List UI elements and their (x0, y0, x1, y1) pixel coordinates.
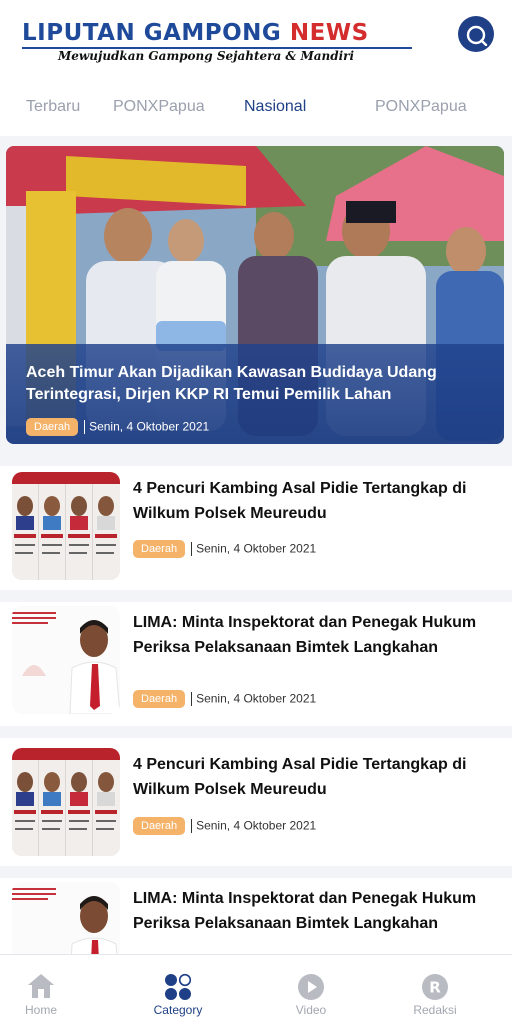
tab-ponxpapua[interactable]: PONXPapua (113, 98, 205, 116)
publish-date: Senin, 4 Oktober 2021 (196, 818, 317, 833)
search-button[interactable] (458, 16, 494, 52)
nav-redaksi-label: Redaksi (413, 1003, 457, 1017)
nav-home[interactable]: Home (0, 955, 105, 1026)
article-meta: Daerah Senin, 4 Oktober 2021 (133, 688, 316, 708)
list-item[interactable]: 4 Pencuri Kambing Asal Pidie Tertangkap … (0, 466, 512, 590)
article-thumbnail (12, 472, 120, 580)
portrait-image (12, 606, 120, 714)
publish-date: Senin, 4 Oktober 2021 (196, 691, 317, 706)
portrait-image (12, 882, 120, 954)
tab-ponxpapua-2[interactable]: PONXPapua (375, 98, 467, 116)
svg-text:R: R (429, 979, 441, 997)
app-header: LIPUTAN GAMPONG NEWS Mewujudkan Gampong … (0, 0, 512, 78)
publish-date: Senin, 4 Oktober 2021 (196, 541, 317, 556)
category-badge[interactable]: Daerah (26, 417, 79, 436)
nav-video[interactable]: Video (247, 955, 375, 1026)
search-icon (466, 25, 488, 46)
tab-terbaru[interactable]: Terbaru (26, 98, 80, 116)
article-title[interactable]: 4 Pencuri Kambing Asal Pidie Tertangkap … (133, 752, 501, 802)
nav-home-label: Home (24, 1003, 57, 1017)
meta-separator (191, 691, 193, 706)
publish-date: Senin, 4 Oktober 2021 (89, 419, 210, 434)
nav-category-label: Category (153, 1003, 203, 1017)
redaksi-icon: R (422, 974, 448, 1000)
article-meta: Daerah Senin, 4 Oktober 2021 (133, 815, 316, 835)
logo-news-text: NEWS (289, 20, 369, 46)
logo-main-text: LIPUTAN GAMPONG (22, 20, 290, 46)
nav-redaksi[interactable]: R Redaksi (371, 955, 499, 1026)
category-badge[interactable]: Daerah (133, 816, 186, 835)
article-thumbnail (12, 748, 120, 856)
meta-separator (191, 541, 193, 556)
headline-title[interactable]: Aceh Timur Akan Dijadikan Kawasan Budida… (26, 362, 476, 406)
nav-category[interactable]: Category (114, 955, 242, 1026)
logo-tagline: Mewujudkan Gampong Sejahtera & Mandiri (58, 49, 355, 63)
site-logo[interactable]: LIPUTAN GAMPONG NEWS Mewujudkan Gampong … (22, 18, 414, 66)
logo-title: LIPUTAN GAMPONG NEWS (22, 18, 414, 48)
meta-separator (191, 818, 193, 833)
article-title[interactable]: LIMA: Minta Inspektorat dan Penegak Huku… (133, 610, 501, 660)
mugshot-image (12, 472, 120, 580)
category-badge[interactable]: Daerah (133, 539, 186, 558)
article-title[interactable]: LIMA: Minta Inspektorat dan Penegak Huku… (133, 886, 501, 936)
article-thumbnail (12, 606, 120, 714)
home-icon (28, 974, 54, 998)
list-item[interactable]: 4 Pencuri Kambing Asal Pidie Tertangkap … (0, 738, 512, 866)
app-root: LIPUTAN GAMPONG NEWS Mewujudkan Gampong … (0, 0, 512, 1026)
headline-card[interactable]: Aceh Timur Akan Dijadikan Kawasan Budida… (6, 146, 504, 444)
category-badge[interactable]: Daerah (133, 689, 186, 708)
nav-video-label: Video (295, 1003, 327, 1017)
meta-separator (84, 419, 86, 434)
bottom-navigation: Home Category Video R Redaksi (0, 954, 512, 1026)
category-icon (165, 973, 192, 1000)
play-icon (298, 974, 324, 1000)
article-thumbnail (12, 882, 120, 954)
article-meta: Daerah Senin, 4 Oktober 2021 (133, 538, 316, 558)
category-tabs: Terbaru PONXPapua Nasional PONXPapua (0, 78, 512, 136)
list-item[interactable]: LIMA: Minta Inspektorat dan Penegak Huku… (0, 602, 512, 726)
article-title[interactable]: 4 Pencuri Kambing Asal Pidie Tertangkap … (133, 476, 501, 526)
list-item[interactable]: LIMA: Minta Inspektorat dan Penegak Huku… (0, 878, 512, 954)
mugshot-image (12, 748, 120, 856)
headline-meta: Daerah Senin, 4 Oktober 2021 (26, 416, 210, 436)
tab-nasional[interactable]: Nasional (244, 98, 306, 116)
